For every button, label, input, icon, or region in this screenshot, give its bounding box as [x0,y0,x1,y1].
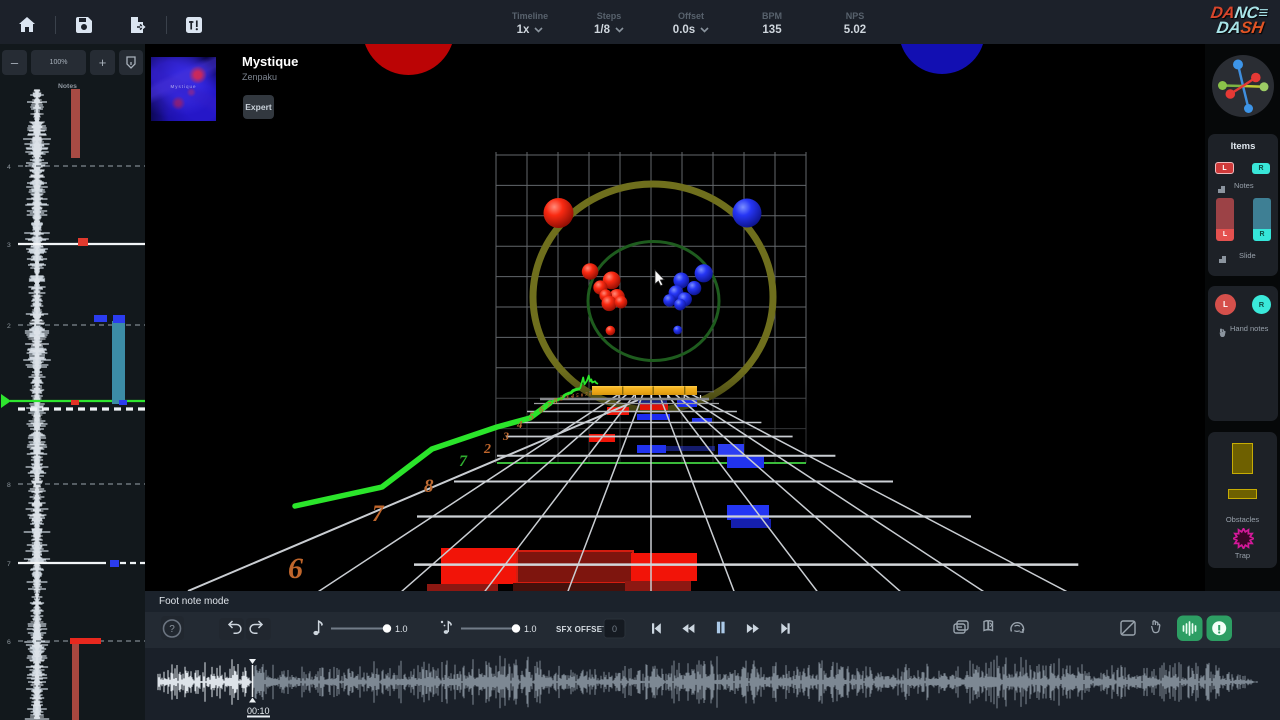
svg-text:4: 4 [516,419,523,431]
svg-text:8: 8 [7,482,11,489]
svg-text:6: 6 [288,552,303,585]
svg-text:6: 6 [7,639,11,646]
svg-text:7: 7 [372,501,385,526]
svg-text:1.0: 1.0 [395,624,408,634]
svg-text:Notes: Notes [58,83,77,90]
svg-text:2: 2 [7,323,11,330]
svg-text:4: 4 [7,164,11,171]
svg-text:6: 6 [539,405,544,415]
svg-text:0: 0 [612,624,617,634]
svg-text:5: 5 [529,412,534,423]
svg-text:?: ? [169,624,175,635]
svg-text:8: 8 [424,476,434,497]
svg-text:1.0: 1.0 [524,624,537,634]
svg-text:7: 7 [459,453,468,470]
svg-text:3: 3 [7,242,11,249]
svg-text:5: 5 [576,393,579,399]
svg-text:SFX OFFSET: SFX OFFSET [556,625,607,634]
svg-text:7: 7 [7,561,11,568]
svg-text:3: 3 [502,429,509,443]
svg-text:4: 4 [570,394,574,400]
svg-text:00:10: 00:10 [247,706,270,716]
svg-text:8: 8 [554,397,558,406]
svg-text:2: 2 [483,442,491,457]
svg-text:2: 2 [559,395,564,403]
